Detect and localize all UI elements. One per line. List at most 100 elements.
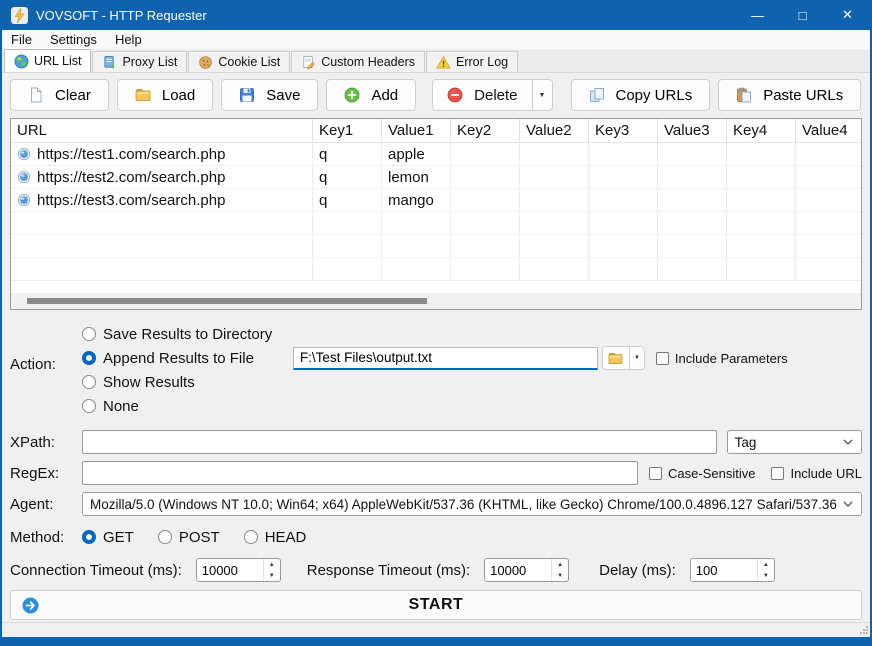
load-button[interactable]: Load: [117, 79, 213, 111]
maximize-button[interactable]: □: [780, 0, 825, 30]
start-label: START: [409, 596, 464, 614]
spin-up-button[interactable]: ▲: [552, 559, 568, 570]
tab-url-list[interactable]: URL List: [4, 49, 91, 72]
table-row-empty[interactable]: [11, 212, 861, 235]
response-timeout-stepper[interactable]: ▲▼: [484, 558, 569, 582]
spin-up-button[interactable]: ▲: [264, 559, 280, 570]
tab-proxy-list[interactable]: Proxy List: [92, 51, 187, 72]
response-timeout-input[interactable]: [485, 559, 551, 581]
delay-input[interactable]: [691, 559, 757, 581]
include-parameters-checkbox[interactable]: Include Parameters: [656, 351, 788, 366]
warning-icon: [436, 55, 451, 70]
radio-icon[interactable]: [82, 399, 96, 413]
radio-icon-selected[interactable]: [82, 530, 96, 544]
url-cell: https://test1.com/search.php: [11, 143, 313, 166]
radio-post[interactable]: POST: [158, 525, 220, 549]
browse-dropdown-arrow[interactable]: ▼: [629, 347, 644, 369]
column-header-url[interactable]: URL: [11, 119, 313, 143]
column-header-key4[interactable]: Key4: [727, 119, 796, 143]
radio-show-results[interactable]: Show Results: [82, 370, 862, 394]
checkbox-icon[interactable]: [649, 467, 662, 480]
regex-input[interactable]: [82, 461, 638, 485]
chevron-down-icon: [843, 439, 853, 446]
radio-icon[interactable]: [82, 327, 96, 341]
table-row[interactable]: https://test2.com/search.php q lemon: [11, 166, 861, 189]
tab-custom-headers[interactable]: Custom Headers: [291, 51, 425, 72]
url-table: URL Key1 Value1 Key2 Value2 Key3 Value3 …: [10, 118, 862, 310]
value4-cell: [796, 143, 862, 166]
column-header-value1[interactable]: Value1: [382, 119, 451, 143]
connection-timeout-input[interactable]: [197, 559, 263, 581]
method-label: Method:: [10, 529, 82, 546]
column-header-value3[interactable]: Value3: [658, 119, 727, 143]
scrollbar-thumb[interactable]: [27, 298, 427, 304]
key3-cell: [589, 166, 658, 189]
menu-file[interactable]: File: [2, 30, 41, 49]
column-header-value2[interactable]: Value2: [520, 119, 589, 143]
column-header-value4[interactable]: Value4: [796, 119, 862, 143]
radio-get[interactable]: GET: [82, 525, 134, 549]
regex-row: RegEx: Case-Sensitive Include URL: [2, 461, 870, 485]
xpath-tag-dropdown[interactable]: Tag: [727, 430, 862, 454]
resize-grip[interactable]: [859, 625, 869, 635]
column-header-key1[interactable]: Key1: [313, 119, 382, 143]
radio-append-results-to-file[interactable]: Append Results to File ▼ Include: [82, 346, 862, 370]
tab-cookie-list[interactable]: Cookie List: [188, 51, 290, 72]
key4-cell: [727, 143, 796, 166]
app-icon: [11, 7, 28, 24]
horizontal-scrollbar[interactable]: [11, 293, 861, 309]
spin-down-button[interactable]: ▼: [758, 570, 774, 581]
value2-cell: [520, 189, 589, 212]
arrow-right-circle-icon: [22, 597, 39, 614]
radio-head[interactable]: HEAD: [244, 525, 307, 549]
checkbox-icon[interactable]: [656, 352, 669, 365]
menu-help[interactable]: Help: [106, 30, 151, 49]
table-row[interactable]: https://test3.com/search.php q mango: [11, 189, 861, 212]
add-label: Add: [371, 87, 398, 104]
column-header-key2[interactable]: Key2: [451, 119, 520, 143]
xpath-input[interactable]: [82, 430, 717, 454]
spin-up-button[interactable]: ▲: [758, 559, 774, 570]
value4-cell: [796, 189, 862, 212]
key4-cell: [727, 189, 796, 212]
include-url-checkbox[interactable]: Include URL: [771, 466, 862, 481]
tab-error-log[interactable]: Error Log: [426, 51, 518, 72]
action-section: Action: Save Results to Directory Append…: [2, 310, 870, 420]
minimize-button[interactable]: —: [735, 0, 780, 30]
value4-cell: [796, 166, 862, 189]
key1-cell: q: [313, 166, 382, 189]
table-row[interactable]: https://test1.com/search.php q apple: [11, 143, 861, 166]
radio-icon[interactable]: [158, 530, 172, 544]
start-row: START: [10, 590, 862, 620]
column-header-key3[interactable]: Key3: [589, 119, 658, 143]
browse-folder-button[interactable]: [603, 347, 629, 369]
delete-dropdown-arrow[interactable]: ▼: [532, 80, 552, 110]
close-button[interactable]: ✕: [825, 0, 870, 30]
spin-down-button[interactable]: ▼: [552, 570, 568, 581]
checkbox-icon[interactable]: [771, 467, 784, 480]
case-sensitive-checkbox[interactable]: Case-Sensitive: [649, 466, 755, 481]
output-file-input[interactable]: [293, 347, 598, 370]
radio-icon[interactable]: [82, 375, 96, 389]
menu-settings[interactable]: Settings: [41, 30, 106, 49]
spin-down-button[interactable]: ▼: [264, 570, 280, 581]
connection-timeout-stepper[interactable]: ▲▼: [196, 558, 281, 582]
start-button[interactable]: START: [10, 590, 862, 620]
paste-urls-button[interactable]: Paste URLs: [718, 79, 861, 111]
status-bar: [2, 622, 870, 636]
add-button[interactable]: Add: [326, 79, 416, 111]
save-button[interactable]: Save: [221, 79, 318, 111]
clear-button[interactable]: Clear: [10, 79, 109, 111]
agent-dropdown[interactable]: Mozilla/5.0 (Windows NT 10.0; Win64; x64…: [82, 492, 862, 516]
copy-urls-button[interactable]: Copy URLs: [571, 79, 711, 111]
radio-icon-selected[interactable]: [82, 351, 96, 365]
table-row-empty[interactable]: [11, 235, 861, 258]
radio-icon[interactable]: [244, 530, 258, 544]
delete-button[interactable]: Delete: [433, 80, 531, 110]
radio-save-results-to-directory[interactable]: Save Results to Directory: [82, 322, 862, 346]
radio-none[interactable]: None: [82, 394, 862, 418]
value1-cell: mango: [382, 189, 451, 212]
delay-stepper[interactable]: ▲▼: [690, 558, 775, 582]
table-row-empty[interactable]: [11, 258, 861, 281]
regex-label: RegEx:: [10, 465, 82, 482]
